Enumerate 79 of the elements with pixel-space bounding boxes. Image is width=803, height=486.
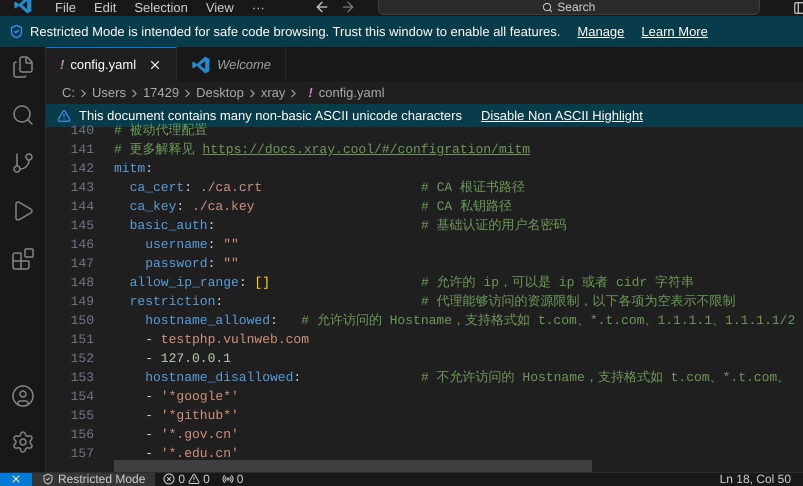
line-number: 146 — [70, 236, 94, 254]
code-line: # 更多解释见 https://docs.xray.cool/#/configration/mitm — [114, 141, 530, 159]
code-line: - 127.0.0.1 — [144, 350, 232, 368]
breadcrumb-item[interactable]: 17429 — [142, 83, 180, 103]
shield-icon — [42, 473, 54, 485]
line-number: 151 — [70, 331, 94, 349]
back-icon[interactable] — [314, 0, 330, 15]
files-icon[interactable] — [10, 55, 34, 79]
disable-highlight-link[interactable]: Disable Non ASCII Highlight — [480, 106, 643, 126]
line-number: 149 — [70, 293, 94, 311]
broadcast-icon — [222, 473, 234, 485]
line-number: 157 — [70, 445, 94, 463]
line-number: 148 — [70, 274, 94, 292]
editor-tab[interactable]: ! config.yaml — [46, 47, 178, 82]
cursor-position[interactable]: Ln 18, Col 50 — [720, 473, 791, 486]
menu-item[interactable]: Edit — [84, 0, 126, 15]
code-line: # 被动代理配置 — [114, 122, 209, 140]
code-line: username: "" — [144, 236, 239, 254]
app-logo-icon — [191, 54, 212, 74]
menu-item[interactable]: View — [196, 0, 243, 15]
yaml-icon: ! — [60, 55, 64, 75]
line-number: 156 — [70, 426, 94, 444]
shield-icon — [9, 24, 24, 39]
remote-button[interactable] — [0, 473, 32, 486]
breadcrumb-item[interactable]: Users — [92, 83, 126, 103]
breadcrumb-item[interactable]: config.yaml — [318, 83, 384, 103]
account-icon[interactable] — [10, 384, 34, 408]
menu-item[interactable]: File — [46, 0, 85, 15]
line-number: 152 — [70, 350, 94, 368]
code-line: mitm: — [114, 160, 154, 178]
banner-link[interactable]: Learn More — [641, 22, 708, 42]
code-line: ca_cert: ./ca.crt # CA 根证书路径 — [128, 179, 525, 197]
search-icon — [542, 2, 554, 12]
yaml-icon: ! — [308, 83, 313, 103]
banner-link[interactable]: Manage — [577, 22, 624, 42]
code-line: password: "" — [144, 255, 239, 273]
problems-button[interactable]: 0 0 — [163, 473, 210, 486]
breadcrumb-item[interactable]: xray — [260, 83, 286, 103]
breadcrumb-item[interactable]: Desktop — [196, 83, 244, 103]
breadcrumb-item[interactable]: C: — [62, 83, 75, 103]
forward-icon[interactable] — [340, 0, 356, 15]
branch-icon[interactable] — [10, 151, 34, 175]
line-number: 147 — [70, 255, 94, 273]
line-number: 144 — [70, 198, 94, 216]
banner-message: Restricted Mode is intended for safe code browsing. Trust this window to enable all features. — [30, 22, 560, 41]
code-line: restriction: # 代理能够访问的资源限制，以下各项为空表示不限制 — [128, 293, 736, 311]
line-number: 141 — [70, 141, 94, 159]
menu-item[interactable]: Selection — [125, 0, 197, 15]
code-line: - '*github*' — [144, 407, 239, 425]
settings-icon[interactable] — [10, 430, 34, 454]
code-line: - '*.gov.cn' — [144, 426, 239, 444]
line-number: 154 — [70, 388, 94, 406]
line-number: 145 — [70, 217, 94, 235]
line-number: 143 — [70, 179, 94, 197]
line-number: 150 — [70, 312, 94, 330]
app-logo-icon — [13, 0, 33, 15]
warning-message: This document contains many non-basic ASCII unicode characters — [79, 106, 462, 123]
restricted-mode-button[interactable]: Restricted Mode — [32, 473, 156, 486]
line-number: 153 — [70, 369, 94, 387]
code-line: - testphp.vulnweb.com — [144, 331, 310, 349]
warning-icon — [57, 108, 71, 122]
line-number: 155 — [70, 407, 94, 425]
code-line: ca_key: ./ca.key # CA 私钥路径 — [128, 198, 512, 216]
code-line: allow_ip_range: [] # 允许的 ip，可以是 ip 或者 cidr 字符串 — [128, 274, 694, 292]
search-field[interactable]: Search — [378, 0, 760, 15]
menu-item[interactable]: ··· — [242, 0, 274, 15]
code-line: hostname_allowed: # 允许访问的 Hostname，支持格式如 t.com、*.t.com、1.1.1.1、1.1.1.1/2 — [144, 312, 796, 330]
blocks-icon[interactable] — [10, 247, 34, 271]
search-icon[interactable] — [10, 103, 34, 127]
error-icon — [163, 473, 176, 485]
code-line: - '*.edu.cn' — [144, 445, 239, 463]
line-number: 142 — [70, 160, 94, 178]
line-number: 140 — [70, 122, 94, 140]
layout-icon[interactable] — [793, 1, 803, 15]
ports-button[interactable]: 0 — [222, 473, 244, 486]
code-line: basic_auth: # 基础认证的用户名密码 — [128, 217, 567, 235]
code-line: hostname_disallowed: # 不允许访问的 Hostname，支持格式如 t.com、*.t.com、 — [144, 369, 790, 387]
code-line: - '*google*' — [144, 388, 239, 406]
warning-icon — [188, 473, 200, 485]
